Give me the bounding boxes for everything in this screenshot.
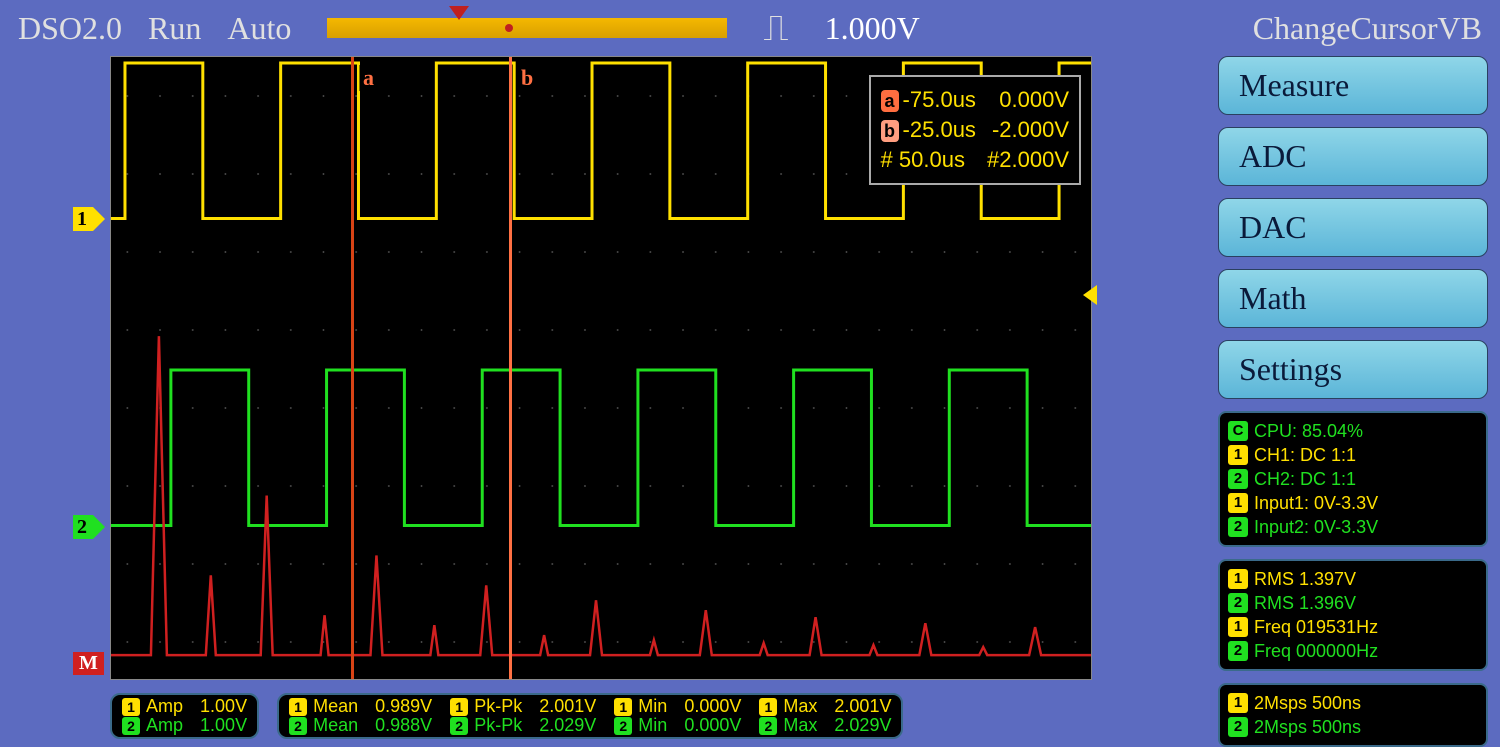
amp-group: 1Amp 1.00V 2Amp 1.00V (110, 693, 259, 739)
pkpk-label: Pk-Pk (474, 697, 522, 716)
cursor-delta-time: 50.0us (899, 147, 965, 172)
trigger-level[interactable]: 1.000V (815, 10, 920, 47)
input2-range: Input2: 0V-3.3V (1254, 515, 1378, 539)
in2-badge: 2 (1228, 517, 1248, 537)
side-panel: Measure ADC DAC Math Settings C CPU: 85.0… (1218, 56, 1488, 747)
ch2-coupling: CH2: DC 1:1 (1254, 467, 1356, 491)
run-button[interactable]: Run (148, 10, 201, 47)
cpu-value: CPU: 85.04% (1254, 419, 1363, 443)
math-button[interactable]: Math (1218, 269, 1488, 328)
min-label-2: Min (638, 716, 667, 735)
rms1-value: RMS 1.397V (1254, 567, 1356, 591)
trigger-slider[interactable] (327, 18, 727, 38)
trigger-marker-icon (449, 6, 469, 20)
amp-label-2: Amp (146, 716, 183, 735)
min-ch2: 0.000V (684, 716, 741, 735)
cursor-delta-volt: #2.000V (987, 145, 1069, 175)
amp-ch1: 1.00V (200, 697, 247, 716)
rms2-badge: 2 (1228, 593, 1248, 613)
amp-ch2: 1.00V (200, 716, 247, 735)
cursor-b-line[interactable] (509, 57, 512, 679)
min-label: Min (638, 697, 667, 716)
freq2-value: Freq 000000Hz (1254, 639, 1378, 663)
min-ch1: 0.000V (684, 697, 741, 716)
app-title: DSO2.0 (18, 10, 122, 47)
trigger-position-icon (505, 24, 513, 32)
cursor-mode-button[interactable]: ChangeCursorVB (1253, 10, 1482, 47)
top-bar: DSO2.0 Run Auto ⎍ 1.000V ChangeCursorVB (0, 0, 1500, 56)
mean-pkpk-min-max-group: 1Mean 0.989V 2Mean 0.988V 1Pk-Pk 2.001V … (277, 693, 903, 739)
max-ch2: 2.029V (834, 716, 891, 735)
cursor-a-line[interactable] (351, 57, 354, 679)
ch1-marker[interactable]: 1 (73, 207, 93, 231)
cursor-a-label: a (359, 65, 378, 91)
measurement-info-box: 1 RMS 1.397V 2 RMS 1.396V 1 Freq 019531Hz 2… (1218, 559, 1488, 671)
ch2-badge: 2 (1228, 469, 1248, 489)
max-ch1: 2.001V (834, 697, 891, 716)
amp-label: Amp (146, 697, 183, 716)
cpu-badge: C (1228, 421, 1248, 441)
settings-button[interactable]: Settings (1218, 340, 1488, 399)
pkpk-ch1: 2.001V (539, 697, 596, 716)
bottom-bar: 1Amp 1.00V 2Amp 1.00V 1Mean 0.989V 2Mean… (110, 694, 1488, 738)
cursor-a-volt: 0.000V (999, 85, 1069, 115)
auto-button[interactable]: Auto (227, 10, 291, 47)
adc-button[interactable]: ADC (1218, 127, 1488, 186)
freq2-badge: 2 (1228, 641, 1248, 661)
max-label-2: Max (783, 716, 817, 735)
cursor-b-badge: b (881, 120, 899, 142)
math-marker[interactable]: M (73, 652, 104, 675)
freq1-value: Freq 019531Hz (1254, 615, 1378, 639)
input1-range: Input1: 0V-3.3V (1254, 491, 1378, 515)
ch1-coupling: CH1: DC 1:1 (1254, 443, 1356, 467)
pkpk-label-2: Pk-Pk (474, 716, 522, 735)
pkpk-ch2: 2.029V (539, 716, 596, 735)
trigger-arrow-icon[interactable] (1083, 285, 1097, 305)
cursor-b-time: -25.0us (903, 117, 976, 142)
cursor-a-time: -75.0us (903, 87, 976, 112)
cursor-b-label: b (517, 65, 537, 91)
rising-edge-icon: ⎍ (763, 7, 788, 50)
delta-symbol: # (881, 147, 893, 172)
freq1-badge: 1 (1228, 617, 1248, 637)
status-info-box: C CPU: 85.04% 1 CH1: DC 1:1 2 CH2: DC 1:1 1… (1218, 411, 1488, 547)
rms2-value: RMS 1.396V (1254, 591, 1356, 615)
in1-badge: 1 (1228, 493, 1248, 513)
cursor-a-badge: a (881, 90, 899, 112)
ch2-marker[interactable]: 2 (73, 515, 93, 539)
dac-button[interactable]: DAC (1218, 198, 1488, 257)
cursor-readout: a-75.0us 0.000V b-25.0us -2.000V # 50.0us #… (869, 75, 1081, 185)
waveform-display[interactable]: 1 2 M a b a-75.0us0.000V b-25.0us-2.000V… (110, 56, 1092, 680)
cursor-b-volt: -2.000V (992, 115, 1069, 145)
ch1-badge: 1 (1228, 445, 1248, 465)
max-label: Max (783, 697, 817, 716)
channel-markers: 1 2 (73, 57, 111, 679)
mean-label: Mean (313, 697, 358, 716)
mean-ch1: 0.989V (375, 697, 432, 716)
rms1-badge: 1 (1228, 569, 1248, 589)
measure-button[interactable]: Measure (1218, 56, 1488, 115)
mean-label-2: Mean (313, 716, 358, 735)
mean-ch2: 0.988V (375, 716, 432, 735)
